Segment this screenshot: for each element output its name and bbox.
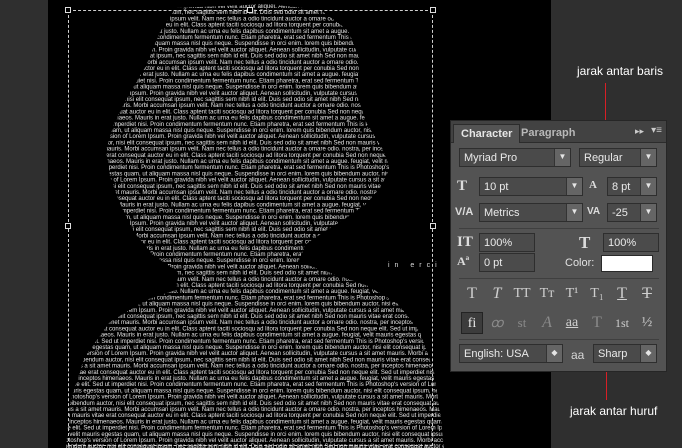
ligatures-button[interactable]: fi: [461, 312, 483, 334]
language-select[interactable]: English: USA ◆: [459, 344, 563, 363]
character-panel: Character Paragraph ▸▸ ▾≡ Myriad Pro ▼ R…: [450, 120, 667, 372]
collapse-panel-icon[interactable]: ▸▸: [635, 126, 644, 137]
transform-handle-top-center[interactable]: [247, 7, 253, 13]
panel-tab-bar: Character Paragraph ▸▸ ▾≡: [451, 121, 666, 143]
old-style-ligatures-button[interactable]: st: [511, 312, 533, 334]
leading-value: 8 pt: [612, 181, 631, 193]
antialias-icon: aa: [571, 348, 585, 362]
leading-field[interactable]: 8 pt ▼: [607, 177, 657, 196]
strikethrough-button[interactable]: T: [636, 283, 658, 305]
vertical-scale-icon: IT: [457, 234, 473, 250]
chevron-up-down-icon: ◆: [546, 345, 562, 362]
divider: [459, 228, 659, 229]
tracking-value: -25: [612, 207, 628, 219]
leading-icon: A: [589, 179, 597, 191]
all-caps-button[interactable]: TT: [511, 283, 533, 305]
font-family-value: Myriad Pro: [464, 152, 518, 164]
faux-italic-button[interactable]: T: [486, 283, 508, 305]
vertical-scale-value: 100%: [484, 237, 513, 249]
horizontal-scale-icon: T: [579, 233, 591, 252]
chevron-down-icon: ▼: [640, 178, 656, 195]
titling-alternates-button[interactable]: T: [586, 312, 608, 334]
chevron-down-icon: ▼: [640, 204, 656, 221]
transform-handle-middle-right[interactable]: [430, 223, 436, 229]
superscript-button[interactable]: T¹: [561, 283, 583, 305]
type-style-buttons: T T TT Tт T¹ T₁ T T: [451, 283, 668, 305]
transform-handle-top-right[interactable]: [430, 7, 436, 13]
transform-handle-middle-left[interactable]: [65, 223, 71, 229]
tracking-icon: VA: [587, 206, 601, 217]
divider: [459, 278, 659, 279]
horizontal-scale-field[interactable]: 100%: [603, 233, 659, 252]
font-size-field[interactable]: 10 pt ▼: [479, 177, 583, 196]
selection-marquee[interactable]: [65, 7, 436, 446]
subscript-button[interactable]: T₁: [586, 283, 608, 305]
stylistic-alternates-button[interactable]: aa: [561, 312, 583, 334]
small-caps-button[interactable]: Tт: [536, 283, 558, 305]
fractions-button[interactable]: ½: [636, 312, 658, 334]
kerning-icon: V/A: [455, 206, 474, 218]
panel-menu-icon[interactable]: ▾≡: [651, 125, 662, 136]
discretionary-ligatures-button[interactable]: ꝏ: [486, 312, 508, 334]
faux-bold-button[interactable]: T: [461, 283, 483, 305]
swash-button[interactable]: A: [536, 312, 558, 334]
font-size-icon: T: [457, 178, 468, 194]
color-label: Color:: [565, 257, 595, 269]
vertical-scale-field[interactable]: 100%: [479, 233, 535, 252]
kerning-value: Metrics: [484, 207, 520, 219]
chevron-down-icon: ▼: [640, 149, 656, 166]
antialias-select[interactable]: Sharp ◆: [593, 344, 657, 363]
font-style-select[interactable]: Regular ▼: [579, 148, 657, 167]
baseline-shift-value: 0 pt: [484, 257, 503, 269]
annotation-line-spacing: jarak antar baris: [577, 64, 664, 78]
font-family-select[interactable]: Myriad Pro ▼: [459, 148, 571, 167]
chevron-down-icon: ▼: [566, 178, 582, 195]
horizontal-scale-value: 100%: [608, 237, 637, 249]
divider: [459, 339, 659, 340]
kerning-field[interactable]: Metrics ▼: [479, 203, 583, 222]
baseline-shift-icon: Aª: [457, 254, 470, 268]
chevron-down-icon: ▼: [566, 204, 582, 221]
antialias-value: Sharp: [598, 348, 628, 360]
underline-button[interactable]: T: [611, 283, 633, 305]
chevron-down-icon: ▼: [554, 149, 570, 166]
transform-handle-top-left[interactable]: [65, 7, 71, 13]
opentype-buttons: fi ꝏ st A aa T 1st ½: [451, 312, 668, 334]
baseline-shift-field[interactable]: 0 pt: [479, 253, 535, 272]
font-size-value: 10 pt: [484, 181, 509, 193]
chevron-up-down-icon: ◆: [640, 345, 656, 362]
font-style-value: Regular: [584, 152, 623, 164]
language-value: English: USA: [464, 348, 529, 360]
color-swatch[interactable]: [601, 255, 653, 272]
tab-paragraph[interactable]: Paragraph: [514, 124, 582, 143]
annotation-letter-spacing: jarak antar huruf: [570, 404, 658, 418]
tab-character[interactable]: Character: [453, 124, 521, 143]
tracking-field[interactable]: -25 ▼: [607, 203, 657, 222]
ordinals-button[interactable]: 1st: [611, 312, 633, 334]
